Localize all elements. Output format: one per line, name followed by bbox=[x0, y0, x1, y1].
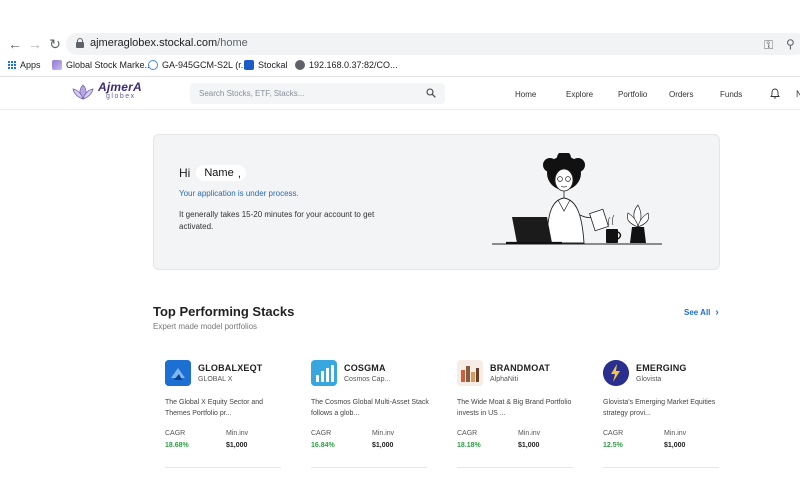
bookmarks-bar: Apps Global Stock Marke... GA-945GCM-S2L… bbox=[0, 58, 800, 74]
lightning-icon bbox=[603, 360, 629, 386]
nav-funds[interactable]: Funds bbox=[720, 90, 742, 99]
bookmark-local-ip[interactable]: 192.168.0.37:82/CO... bbox=[295, 60, 398, 70]
brandmoat-icon bbox=[457, 360, 483, 386]
stacks-section-subtitle: Expert made model portfolios bbox=[153, 322, 258, 331]
bookmark-ga945[interactable]: GA-945GCM-S2L (r... bbox=[148, 60, 248, 70]
brand-logo[interactable]: AjmerA globex bbox=[70, 81, 142, 101]
cagr-value: 12.5% bbox=[603, 442, 623, 449]
cagr-value: 18.18% bbox=[457, 442, 481, 449]
nav-explore[interactable]: Explore bbox=[566, 90, 593, 99]
app-header: AjmerA globex Home Explore Portfolio Ord… bbox=[0, 77, 800, 110]
address-bar[interactable]: ajmeraglobex.stockal.com/home bbox=[66, 33, 800, 55]
welcome-card: Hi Name , Your application is under proc… bbox=[153, 134, 720, 270]
stockal-icon bbox=[244, 60, 254, 70]
browser-address-row: ← → ↻ ajmeraglobex.stockal.com/home bbox=[0, 33, 800, 55]
nav-portfolio[interactable]: Portfolio bbox=[618, 90, 647, 99]
see-all-link[interactable]: See All › bbox=[684, 307, 719, 318]
google-icon bbox=[148, 60, 158, 70]
reload-icon[interactable]: ↻ bbox=[46, 35, 64, 53]
lock-icon bbox=[76, 38, 84, 48]
min-inv-value: $1,000 bbox=[226, 442, 248, 449]
nav-orders[interactable]: Orders bbox=[669, 90, 693, 99]
person-laptop-illustration bbox=[492, 153, 662, 245]
bookmark-stockal[interactable]: Stockal bbox=[244, 60, 288, 70]
stack-card-cosgma[interactable]: COSGMA Cosmos Cap... The Cosmos Global M… bbox=[311, 350, 429, 468]
globe-icon bbox=[295, 60, 305, 70]
forward-arrow-icon[interactable]: → bbox=[26, 35, 44, 53]
nav-home[interactable]: Home bbox=[515, 90, 536, 99]
stack-card-brandmoat[interactable]: BRANDMOAT AlphaNiti The Wide Moat & Big … bbox=[457, 350, 573, 468]
lotus-logo-icon bbox=[72, 84, 94, 100]
search-icon[interactable] bbox=[426, 88, 436, 98]
lotus-icon bbox=[52, 60, 62, 70]
min-inv-value: $1,000 bbox=[518, 442, 540, 449]
bell-icon[interactable] bbox=[770, 88, 780, 99]
bookmark-global-stock[interactable]: Global Stock Marke... bbox=[52, 60, 152, 70]
stack-card-emerging[interactable]: EMERGING Glovista Glovista's Emerging Ma… bbox=[603, 350, 719, 468]
application-status: Your application is under process. bbox=[179, 189, 299, 198]
chevron-right-icon: › bbox=[715, 307, 719, 318]
browser-titlebar bbox=[0, 0, 800, 30]
bar-chart-icon bbox=[311, 360, 337, 386]
stack-card-globalxeqt[interactable]: GLOBALXEQT GLOBAL X The Global X Equity … bbox=[165, 350, 281, 468]
cagr-value: 16.84% bbox=[311, 442, 335, 449]
url-text: ajmeraglobex.stockal.com/home bbox=[90, 37, 248, 49]
zoom-icon[interactable]: ⚲ bbox=[786, 37, 795, 51]
activation-info: It generally takes 15-20 minutes for you… bbox=[179, 210, 375, 231]
stacks-section-title: Top Performing Stacks bbox=[153, 304, 295, 319]
search-input[interactable] bbox=[190, 83, 420, 104]
globalx-icon bbox=[165, 360, 191, 386]
cagr-value: 18.68% bbox=[165, 442, 189, 449]
key-icon[interactable]: ⚿ bbox=[764, 38, 773, 53]
apps-grid-icon bbox=[8, 61, 16, 69]
bookmark-apps[interactable]: Apps bbox=[8, 60, 41, 70]
greeting: Hi Name , bbox=[179, 165, 246, 181]
min-inv-value: $1,000 bbox=[664, 442, 686, 449]
min-inv-value: $1,000 bbox=[372, 442, 394, 449]
search-box bbox=[190, 83, 445, 104]
back-arrow-icon[interactable]: ← bbox=[6, 35, 24, 53]
header-cut-text: N bbox=[796, 89, 800, 99]
